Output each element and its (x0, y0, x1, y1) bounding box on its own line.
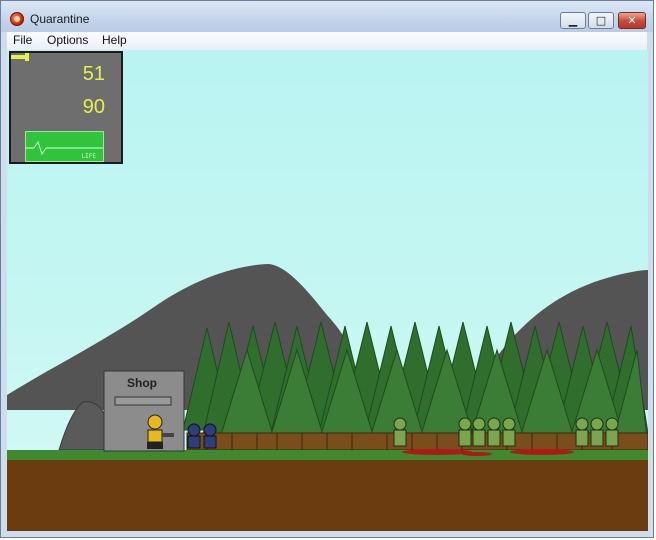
window-title: Quarantine (30, 12, 90, 26)
close-icon: ✕ (627, 14, 637, 27)
health-value: 90 (82, 96, 105, 118)
hud-panel: 51 90 LIFE (9, 51, 123, 164)
menu-bar: File Options Help (7, 32, 647, 51)
minimize-button[interactable]: ▁ (560, 12, 586, 29)
ammo-count: 51 (82, 63, 105, 85)
bullet-icon (11, 53, 29, 61)
dirt (7, 460, 648, 531)
app-icon[interactable] (10, 12, 24, 26)
game-window: Quarantine ▁ □ ✕ File Options Help Shop … (0, 0, 654, 538)
shop-sign: Shop (127, 376, 157, 390)
close-button[interactable]: ✕ (618, 12, 646, 29)
life-monitor: LIFE (25, 131, 104, 162)
maximize-icon: □ (595, 14, 607, 27)
game-viewport[interactable]: Shop 51 90 LIFE (7, 50, 648, 531)
title-bar[interactable]: Quarantine ▁ □ ✕ (1, 1, 653, 32)
life-monitor-label: LIFE (81, 153, 96, 160)
menu-options[interactable]: Options (47, 33, 88, 47)
minimize-icon: ▁ (568, 14, 578, 27)
menu-help[interactable]: Help (102, 33, 127, 47)
maximize-button[interactable]: □ (588, 12, 614, 29)
menu-file[interactable]: File (13, 33, 32, 47)
